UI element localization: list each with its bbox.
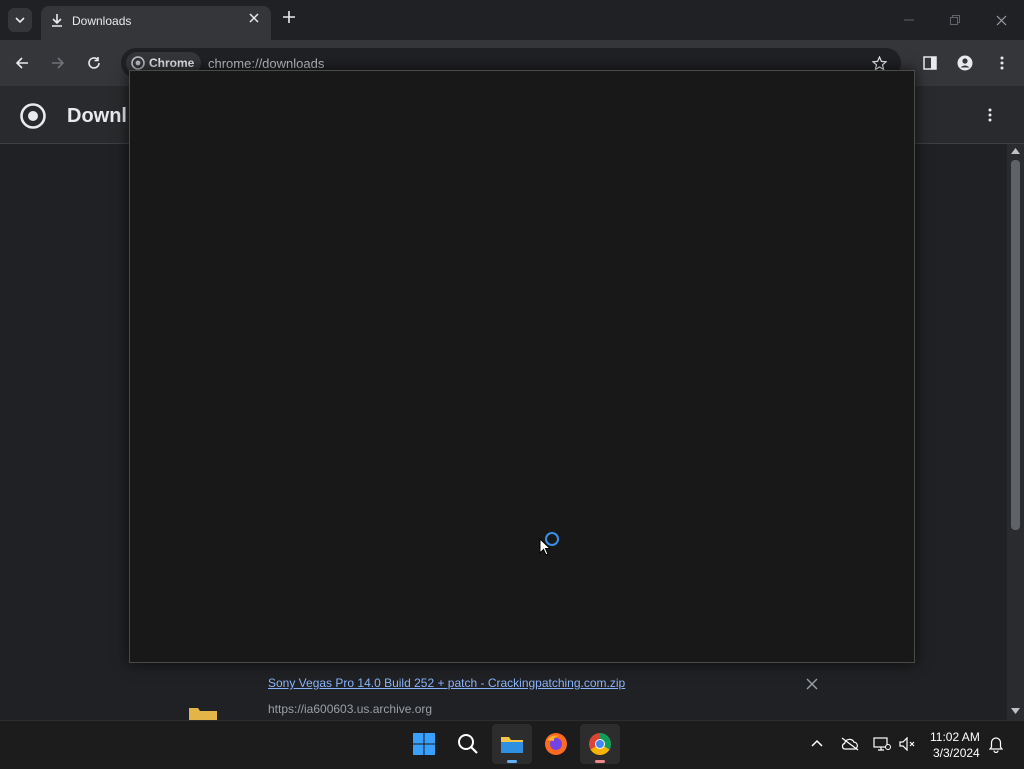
minimize-button[interactable] [895,8,923,32]
reload-icon [88,57,100,69]
network-icon[interactable] [873,737,891,751]
start-button[interactable] [404,724,444,764]
reload-button[interactable] [82,51,106,75]
cloud-off-icon[interactable] [841,737,859,751]
taskbar-file-explorer[interactable] [492,724,532,764]
back-button[interactable] [10,51,34,75]
tab-search-button[interactable] [8,8,32,32]
menu-icon [1000,56,1004,70]
cursor-icon [539,538,551,556]
folder-icon [189,708,217,720]
minimize-icon [904,19,914,21]
close-window-button[interactable] [987,8,1015,32]
download-icon [52,14,62,27]
file-explorer-icon [501,737,523,753]
site-chip-label: Chrome [149,56,195,70]
download-item: Sony Vegas Pro 14.0 Build 252 + patch - … [245,670,845,720]
scroll-down-icon[interactable] [1011,708,1020,714]
active-indicator [507,760,517,763]
download-source-url[interactable]: https://ia600603.us.archive.org [268,702,432,716]
clock-time[interactable]: 11:02 AM [930,730,980,744]
tab-title: Downloads [72,14,132,28]
profile-icon [957,55,973,71]
bell-icon[interactable] [989,737,1003,753]
chrome-menu-button[interactable] [990,51,1014,75]
scroll-up-icon[interactable] [1011,148,1020,154]
tab-downloads[interactable]: Downloads [41,6,271,40]
download-file-name[interactable]: Sony Vegas Pro 14.0 Build 252 + patch - … [268,676,625,690]
page-title: Downl [67,105,127,127]
close-icon [996,15,1006,25]
chrome-icon [131,56,145,70]
chevron-down-icon [15,17,25,24]
scrollbar-thumb[interactable] [1011,160,1020,530]
close-icon[interactable] [248,12,260,24]
bookmark-star-icon[interactable] [872,56,887,71]
windows-start-icon [413,733,435,755]
chrome-icon [589,733,611,755]
restore-button[interactable] [941,8,969,32]
file-dialog[interactable] [129,70,915,663]
clock-date[interactable]: 3/3/2024 [933,746,980,760]
firefox-icon [545,733,567,755]
volume-muted-icon[interactable] [899,737,917,751]
forward-button[interactable] [46,51,70,75]
taskbar-chrome[interactable] [580,724,620,764]
chrome-logo-icon [20,103,46,129]
taskbar: 11:02 AM 3/3/2024 [0,720,1024,769]
maximize-icon [950,15,960,25]
scrollbar[interactable] [1007,144,1024,720]
active-indicator [595,760,605,763]
kebab-icon[interactable] [988,108,992,122]
taskbar-search-button[interactable] [448,724,488,764]
taskbar-firefox[interactable] [536,724,576,764]
side-panel-button[interactable] [918,51,942,75]
close-icon[interactable] [806,678,818,690]
chevron-up-icon[interactable] [811,739,823,747]
back-icon [15,57,28,69]
search-icon [458,734,478,754]
new-tab-icon[interactable] [282,10,296,24]
url-text[interactable]: chrome://downloads [208,56,324,71]
profile-button[interactable] [953,51,977,75]
forward-icon [52,57,65,69]
tab-strip: Downloads [0,0,1024,40]
side-panel-icon [923,56,937,70]
